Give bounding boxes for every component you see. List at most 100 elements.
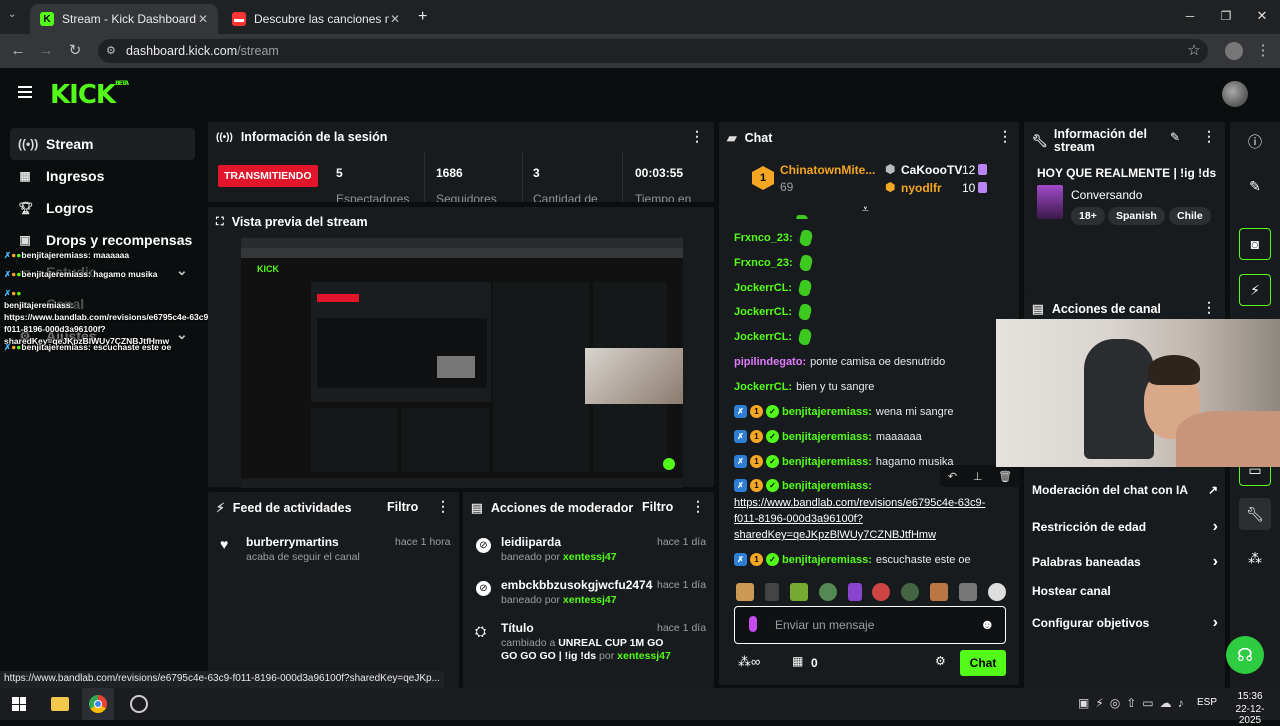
- bookmark-star-icon[interactable]: ☆: [1185, 42, 1203, 60]
- mod-item-name[interactable]: leidiiparda: [501, 535, 561, 549]
- hamburger-menu-icon[interactable]: [18, 86, 32, 101]
- send-chat-button[interactable]: Chat: [960, 650, 1006, 676]
- feed-filter-button[interactable]: Filtro: [387, 500, 418, 514]
- emote-icon[interactable]: [847, 583, 862, 601]
- chat-message: ✗ 1 ✓ benjitajeremiass:: [734, 479, 876, 492]
- site-info-icon[interactable]: ⚙: [106, 39, 116, 63]
- store-icon[interactable]: ▦: [792, 654, 803, 668]
- tag[interactable]: Spanish: [1108, 207, 1165, 225]
- tab-kick-dashboard[interactable]: K Stream - Kick Dashboard ✕: [30, 4, 218, 34]
- url-field[interactable]: ⚙ dashboard.kick.com/stream: [98, 39, 1208, 63]
- tag[interactable]: 18+: [1071, 207, 1105, 225]
- close-tab-icon[interactable]: ✕: [390, 12, 400, 26]
- windows-taskbar: ▣⚡︎◎⇧▭☁♪ ESP 15:36 22-12-2025: [0, 688, 1280, 726]
- support-headset-icon[interactable]: ☊: [1226, 636, 1264, 674]
- mod-item-name[interactable]: Título: [501, 621, 534, 635]
- tab-search-icon[interactable]: ⌄: [8, 9, 16, 20]
- tag[interactable]: Chile: [1169, 207, 1211, 225]
- share-icon[interactable]: ⁂: [1239, 542, 1271, 574]
- restore-icon[interactable]: ❐: [1208, 0, 1244, 34]
- feed-item-name[interactable]: burberrymartins: [246, 535, 339, 549]
- emote-icon[interactable]: [987, 583, 1006, 601]
- emoji-icon[interactable]: ☻: [980, 616, 995, 632]
- close-window-icon[interactable]: ✕: [1244, 0, 1280, 34]
- leader-value: 12: [962, 163, 976, 177]
- stat-time: 00:03:55 Tiempo en: [635, 166, 692, 202]
- url-path: /stream: [237, 44, 279, 58]
- stream-preview-video[interactable]: KICK: [241, 238, 683, 488]
- chat-input[interactable]: Enviar un mensaje ☻: [734, 606, 1006, 644]
- emote-icon: [796, 280, 814, 296]
- lightning-icon: ⚡︎: [216, 501, 225, 515]
- scene-icon[interactable]: ◙: [1239, 228, 1271, 260]
- action-age-restriction[interactable]: Restricción de edad ›: [1032, 518, 1218, 536]
- points-icon: [978, 182, 987, 193]
- emote-icon[interactable]: [764, 583, 779, 601]
- lightning-icon[interactable]: ⚡︎: [1239, 274, 1271, 306]
- action-banned-words[interactable]: Palabras baneadas ›: [1032, 553, 1218, 571]
- minimize-icon[interactable]: ─: [1172, 0, 1208, 34]
- wrench-icon[interactable]: 🔧︎: [1239, 498, 1271, 530]
- sidebar-item-stream[interactable]: ((•)) Stream: [10, 128, 195, 160]
- emote-icon[interactable]: [959, 583, 977, 601]
- emote-bar: [736, 583, 1006, 601]
- mod-item-sub: baneado por xentessj47: [501, 551, 617, 563]
- emote-icon[interactable]: [901, 583, 920, 601]
- taskbar-chrome-active[interactable]: [82, 688, 114, 720]
- leader-name[interactable]: ChinatownMite...: [780, 163, 875, 177]
- more-options-icon[interactable]: ⋮: [691, 498, 705, 515]
- leader-name[interactable]: CaKoooTV: [901, 163, 962, 177]
- close-tab-icon[interactable]: ✕: [198, 12, 208, 26]
- sidebar-item-ingresos[interactable]: ▦ Ingresos: [10, 160, 195, 192]
- windows-start-icon[interactable]: [12, 697, 26, 711]
- mic-icon[interactable]: [749, 616, 757, 632]
- pin-icon[interactable]: ⊥: [973, 470, 983, 483]
- info-icon[interactable]: ⓘ: [1239, 126, 1271, 158]
- action-goals[interactable]: Configurar objetivos ›: [1032, 614, 1218, 632]
- edit-pencil-icon[interactable]: ✎: [1170, 130, 1180, 144]
- reply-icon[interactable]: ↶: [948, 470, 957, 483]
- action-host-channel[interactable]: Hostear canal: [1032, 584, 1218, 598]
- clock[interactable]: 15:36 22-12-2025: [1226, 691, 1274, 726]
- category-name[interactable]: Conversando: [1071, 188, 1142, 202]
- file-explorer-icon[interactable]: [51, 697, 69, 711]
- mod-filter-button[interactable]: Filtro: [642, 500, 673, 514]
- new-tab-icon[interactable]: +: [418, 8, 427, 26]
- back-icon[interactable]: ←: [9, 42, 27, 60]
- more-options-icon[interactable]: ⋮: [690, 128, 704, 145]
- more-options-icon[interactable]: ⋮: [998, 128, 1012, 145]
- kick-logo[interactable]: KICKBETA: [50, 80, 129, 110]
- forward-icon[interactable]: →: [37, 42, 55, 60]
- delete-icon[interactable]: 🗑︎: [998, 470, 1012, 483]
- reload-icon[interactable]: ↻: [66, 42, 84, 60]
- tab-bandlab[interactable]: ▬ Descubre las canciones más es ✕: [222, 4, 410, 34]
- edit-icon[interactable]: ✎: [1239, 170, 1271, 202]
- sidebar-item-logros[interactable]: 🏆︎ Logros: [10, 192, 195, 224]
- mod-actions-panel: ▤ Acciones de moderador Filtro ⋮ ⊘ leidii…: [463, 492, 714, 688]
- community-icon[interactable]: ⁂∞: [738, 654, 760, 670]
- more-options-icon[interactable]: ⋮: [1202, 128, 1216, 145]
- emote-icon[interactable]: [872, 583, 891, 601]
- preview-icon: ⛶: [216, 215, 224, 228]
- system-tray-icons[interactable]: ▣⚡︎◎⇧▭☁♪: [1078, 696, 1190, 710]
- emote-icon[interactable]: [818, 583, 837, 601]
- emote-icon[interactable]: [930, 583, 949, 601]
- leader-name[interactable]: nyodlfr: [901, 181, 942, 195]
- action-ai-moderation[interactable]: Moderación del chat con IA ↗: [1032, 483, 1218, 497]
- more-options-icon[interactable]: ⋮: [1202, 299, 1216, 316]
- user-avatar[interactable]: [1222, 81, 1248, 107]
- heart-icon: ♥: [220, 536, 229, 552]
- chat-settings-icon[interactable]: ⚙: [935, 654, 946, 668]
- obs-icon[interactable]: [130, 695, 148, 713]
- emote-icon[interactable]: [736, 583, 754, 601]
- mod-item-name[interactable]: embckbbzusokgjwcfu2474: [501, 578, 652, 592]
- browser-menu-icon[interactable]: ⋮: [1254, 42, 1272, 60]
- profile-icon[interactable]: [1225, 42, 1243, 60]
- divider: [622, 152, 623, 202]
- chat-link[interactable]: https://www.bandlab.com/revisions/e6795c…: [734, 495, 1004, 543]
- language-indicator[interactable]: ESP: [1197, 697, 1217, 708]
- more-options-icon[interactable]: ⋮: [436, 498, 450, 515]
- chat-message: ✗ 1 ✓ benjitajeremiass: escuchaste este oe: [734, 553, 971, 566]
- emote-icon[interactable]: [789, 583, 808, 601]
- emote-icon: [797, 230, 814, 246]
